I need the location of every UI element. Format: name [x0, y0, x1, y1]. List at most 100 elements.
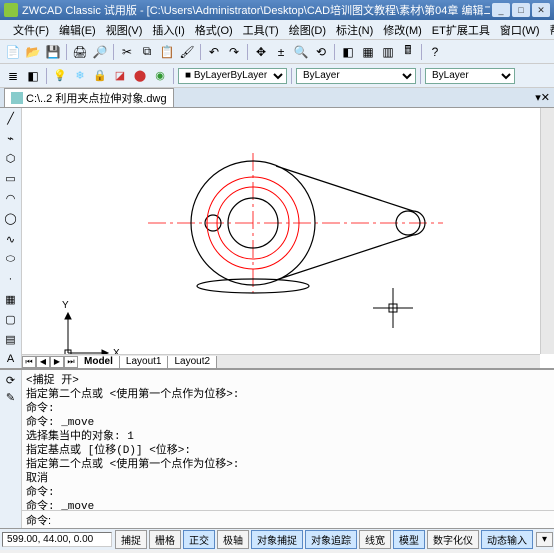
light-button[interactable]: 💡	[51, 67, 69, 85]
status-动态输入[interactable]: 动态输入	[481, 530, 533, 549]
menu-修改[interactable]: 修改(M)	[378, 20, 427, 40]
paste-button[interactable]: 📋	[158, 43, 176, 61]
layout-tab-bar: ⏮ ◀ ▶ ⏭ ModelLayout1Layout2	[22, 354, 540, 368]
expand-button[interactable]: ▾	[536, 532, 553, 547]
open-button[interactable]: 📂	[24, 43, 42, 61]
maximize-button[interactable]: □	[512, 3, 530, 17]
zoom-rt-button[interactable]: ±	[272, 43, 290, 61]
coordinates-display[interactable]: 599.00, 44.00, 0.00	[2, 532, 112, 547]
menu-bar: 文件(F)编辑(E)视图(V)插入(I)格式(O)工具(T)绘图(D)标注(N)…	[0, 20, 554, 40]
tab-last[interactable]: ⏭	[64, 356, 78, 368]
undo-button[interactable]: ↶	[205, 43, 223, 61]
save-button[interactable]: 💾	[44, 43, 62, 61]
command-input-row: 命令:	[22, 510, 554, 528]
zoom-button[interactable]: 🔍	[292, 43, 310, 61]
linetype-combo[interactable]: ByLayer	[296, 68, 416, 84]
status-栅格[interactable]: 栅格	[149, 530, 181, 549]
match-button[interactable]: 🖌	[178, 43, 196, 61]
status-正交[interactable]: 正交	[183, 530, 215, 549]
redo-button[interactable]: ↷	[225, 43, 243, 61]
spline-tool[interactable]: ∿	[2, 230, 20, 247]
status-bar: 599.00, 44.00, 0.00 捕捉栅格正交极轴对象捕捉对象追踪线宽模型…	[0, 528, 554, 550]
copy-button[interactable]: ⧉	[138, 43, 156, 61]
minimize-button[interactable]: _	[492, 3, 510, 17]
arc-tool[interactable]: ◠	[2, 190, 20, 207]
menu-视图[interactable]: 视图(V)	[101, 20, 148, 40]
document-tabs: C:\..2 利用夹点拉伸对象.dwg ▾ ✕	[0, 88, 554, 108]
rect-tool[interactable]: ▭	[2, 170, 20, 187]
menu-绘图[interactable]: 绘图(D)	[284, 20, 331, 40]
calc-button[interactable]: 🖩	[399, 43, 417, 61]
layer-iso-button[interactable]: ◉	[151, 67, 169, 85]
menu-ET扩展工具[interactable]: ET扩展工具	[427, 20, 495, 40]
pan-button[interactable]: ✥	[252, 43, 270, 61]
status-模型[interactable]: 模型	[393, 530, 425, 549]
color-combo[interactable]: ■ ByLayerByLayer	[178, 68, 287, 84]
layer-color-button[interactable]: ◪	[111, 67, 129, 85]
circle-tool[interactable]: ◯	[2, 210, 20, 227]
status-极轴[interactable]: 极轴	[217, 530, 249, 549]
standard-toolbar: 📄 📂 💾 🖨 🔎 ✂ ⧉ 📋 🖌 ↶ ↷ ✥ ± 🔍 ⟲ ◧ ▦ ▥ 🖩 ?	[0, 40, 554, 64]
layer-states-button[interactable]: ◧	[24, 67, 42, 85]
layout-tab-layout1[interactable]: Layout1	[120, 356, 169, 368]
designcenter-button[interactable]: ▦	[359, 43, 377, 61]
region-tool[interactable]: ▢	[2, 311, 20, 328]
status-捕捉[interactable]: 捕捉	[115, 530, 147, 549]
status-线宽[interactable]: 线宽	[359, 530, 391, 549]
point-tool[interactable]: ·	[2, 271, 20, 288]
menu-文件[interactable]: 文件(F)	[8, 20, 54, 40]
layer-off-button[interactable]: ⬤	[131, 67, 149, 85]
toolpalette-button[interactable]: ▥	[379, 43, 397, 61]
layout-tab-layout2[interactable]: Layout2	[168, 356, 217, 368]
command-input[interactable]	[51, 514, 550, 526]
pline-tool[interactable]: ⌁	[2, 130, 20, 147]
polygon-tool[interactable]: ⬡	[2, 150, 20, 167]
tab-close-button[interactable]: ✕	[541, 91, 550, 104]
hatch-tool[interactable]: ▦	[2, 291, 20, 308]
command-prompt: 命令:	[26, 512, 51, 528]
status-对象追踪[interactable]: 对象追踪	[305, 530, 357, 549]
tab-next[interactable]: ▶	[50, 356, 64, 368]
close-button[interactable]: ✕	[532, 3, 550, 17]
status-对象捕捉[interactable]: 对象捕捉	[251, 530, 303, 549]
line-tool[interactable]: ╱	[2, 110, 20, 127]
menu-格式[interactable]: 格式(O)	[190, 20, 238, 40]
menu-插入[interactable]: 插入(I)	[147, 20, 189, 40]
new-button[interactable]: 📄	[4, 43, 22, 61]
menu-编辑[interactable]: 编辑(E)	[54, 20, 101, 40]
menu-标注[interactable]: 标注(N)	[331, 20, 378, 40]
menu-帮助[interactable]: 帮助(H)	[545, 20, 554, 40]
zoom-prev-button[interactable]: ⟲	[312, 43, 330, 61]
freeze-button[interactable]: ❄	[71, 67, 89, 85]
cmd-clear-icon[interactable]: ✎	[6, 391, 15, 404]
properties-toolbar: ≣ ◧ 💡 ❄ 🔒 ◪ ⬤ ◉ ■ ByLayerByLayer ByLayer…	[0, 64, 554, 88]
command-history: <捕捉 开> 指定第二个点或 <使用第一个点作为位移>: 命令: 命令: _mo…	[22, 370, 554, 510]
ellipse-tool[interactable]: ⬭	[2, 251, 20, 268]
help-button[interactable]: ?	[426, 43, 444, 61]
ucs-y-label: Y	[62, 300, 69, 311]
print-button[interactable]: 🖨	[71, 43, 89, 61]
preview-button[interactable]: 🔎	[91, 43, 109, 61]
table-tool[interactable]: ▤	[2, 331, 20, 348]
lock-button[interactable]: 🔒	[91, 67, 109, 85]
menu-工具[interactable]: 工具(T)	[238, 20, 284, 40]
document-tab[interactable]: C:\..2 利用夹点拉伸对象.dwg	[4, 88, 174, 107]
status-数字化仪[interactable]: 数字化仪	[427, 530, 479, 549]
properties-button[interactable]: ◧	[339, 43, 357, 61]
cut-button[interactable]: ✂	[118, 43, 136, 61]
document-tab-label: C:\..2 利用夹点拉伸对象.dwg	[26, 90, 167, 106]
lineweight-combo[interactable]: ByLayer	[425, 68, 515, 84]
app-icon	[4, 3, 18, 17]
workspace: ╱ ⌁ ⬡ ▭ ◠ ◯ ∿ ⬭ · ▦ ▢ ▤ A	[0, 108, 554, 368]
tab-prev[interactable]: ◀	[36, 356, 50, 368]
drawing-canvas[interactable]: X Y ⏮ ◀ ▶ ⏭ ModelLayout1Layout2	[22, 108, 554, 368]
vertical-scrollbar[interactable]	[540, 108, 554, 354]
cmd-recent-icon[interactable]: ⟳	[6, 374, 15, 387]
menu-窗口[interactable]: 窗口(W)	[495, 20, 545, 40]
dwg-icon	[11, 92, 23, 104]
layer-mgr-button[interactable]: ≣	[4, 67, 22, 85]
layout-tab-model[interactable]: Model	[78, 356, 120, 368]
text-tool[interactable]: A	[2, 351, 20, 368]
draw-toolbar: ╱ ⌁ ⬡ ▭ ◠ ◯ ∿ ⬭ · ▦ ▢ ▤ A	[0, 108, 22, 368]
tab-first[interactable]: ⏮	[22, 356, 36, 368]
